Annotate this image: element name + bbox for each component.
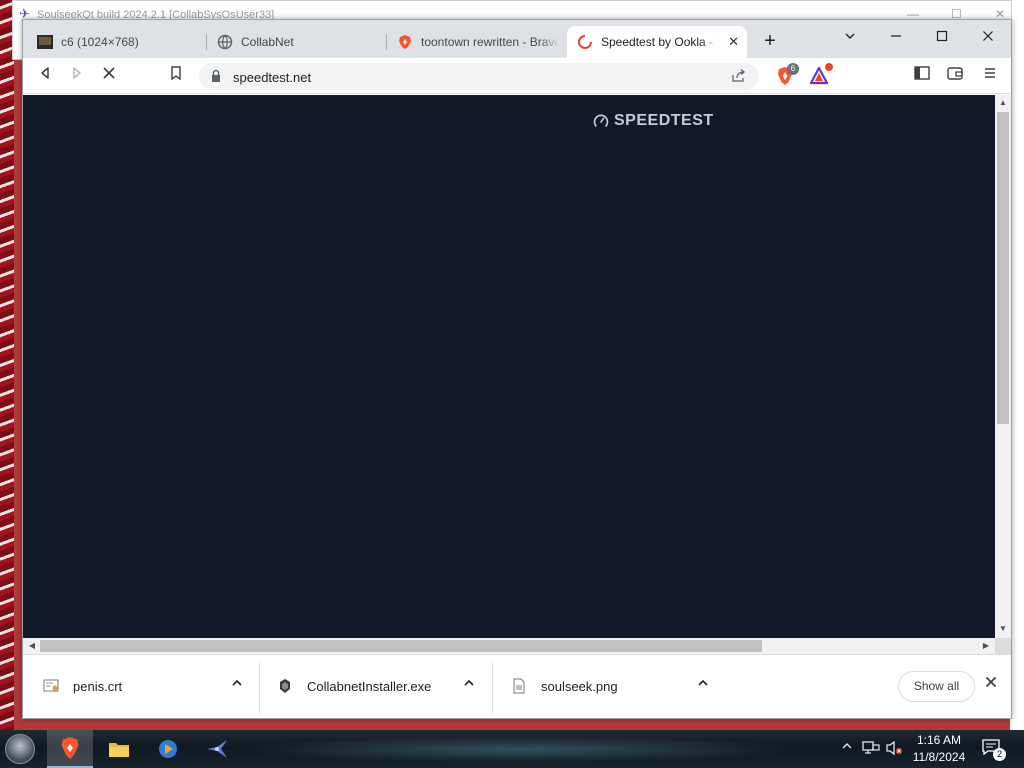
vertical-scrollbar[interactable]: ▲ ▼: [995, 95, 1011, 638]
brave-browser-window: c6 (1024×768) CollabNet toontown rewritt…: [22, 19, 1012, 719]
soulseek-bird-icon: [207, 740, 227, 758]
certificate-file-icon: [43, 678, 59, 694]
download-file-name: soulseek.png: [541, 678, 618, 694]
tab-title-fade: [701, 26, 727, 58]
taskbar: 1:16 AM 11/8/2024 2: [0, 730, 1024, 768]
desktop-background-right: [1010, 0, 1024, 730]
brave-lion-icon: [61, 737, 79, 759]
download-options-chevron-icon[interactable]: [463, 677, 475, 692]
media-player-icon: [159, 740, 177, 758]
desktop-wallpaper: [0, 0, 14, 730]
downloads-shelf: penis.crt CollabnetInstaller.exe soulsee…: [23, 654, 1011, 718]
tab-label: CollabNet: [241, 35, 294, 49]
download-options-chevron-icon[interactable]: [231, 677, 243, 692]
forward-button[interactable]: [65, 64, 89, 88]
image-file-icon: [511, 678, 527, 694]
download-file-name: CollabnetInstaller.exe: [307, 678, 432, 694]
download-item[interactable]: CollabnetInstaller.exe: [277, 661, 497, 711]
show-hidden-icons-chevron-icon[interactable]: [841, 740, 853, 755]
brave-rewards-icon[interactable]: [809, 63, 833, 86]
sidebar-toggle-icon[interactable]: [910, 64, 934, 88]
tab-speedtest[interactable]: Speedtest by Ookla - T ✕: [567, 26, 747, 58]
show-all-downloads-button[interactable]: Show all: [898, 671, 975, 702]
minimize-button[interactable]: [873, 24, 919, 50]
scroll-right-arrow-icon[interactable]: ▶: [979, 638, 993, 654]
close-window-button[interactable]: [965, 24, 1011, 50]
speedtest-wordmark: SPEEDTEST: [614, 112, 714, 129]
notification-count-badge: 2: [993, 748, 1006, 761]
brave-favicon-icon: [397, 34, 413, 50]
download-item[interactable]: soulseek.png: [511, 661, 731, 711]
tab-toontown[interactable]: toontown rewritten - Brave: [387, 26, 567, 58]
stop-loading-button[interactable]: [97, 64, 121, 88]
download-separator: [259, 663, 260, 713]
scroll-down-arrow-icon[interactable]: ▼: [995, 622, 1011, 636]
globe-favicon-icon: [217, 34, 233, 50]
taskbar-brave-browser[interactable]: [47, 730, 93, 768]
page-viewport[interactable]: SPEEDTEST: [23, 95, 995, 638]
address-bar[interactable]: speedtest.net: [199, 63, 759, 90]
horizontal-scroll-thumb[interactable]: [40, 640, 762, 652]
gauge-icon: [593, 114, 609, 127]
close-downloads-shelf-icon[interactable]: [985, 675, 997, 693]
action-center-icon[interactable]: 2: [982, 739, 1006, 761]
tab-label: c6 (1024×768): [61, 35, 139, 49]
volume-muted-icon[interactable]: [885, 740, 903, 759]
terminal-favicon-icon: [37, 34, 53, 50]
navigation-toolbar: speedtest.net 6: [23, 58, 1011, 94]
brave-shields-icon[interactable]: 6: [775, 63, 799, 86]
tab-title-fade: [541, 26, 567, 58]
rewards-badge: [825, 63, 833, 71]
start-button[interactable]: [5, 734, 35, 764]
taskbar-file-explorer[interactable]: [96, 730, 142, 768]
folder-icon: [109, 743, 129, 757]
network-icon[interactable]: [862, 740, 880, 759]
horizontal-scrollbar[interactable]: ◀ ▶: [23, 638, 995, 654]
speedtest-logo[interactable]: SPEEDTEST: [593, 112, 714, 130]
loading-spinner-icon: [577, 34, 593, 50]
tab-collabnet[interactable]: CollabNet: [207, 26, 387, 58]
taskbar-soulseek[interactable]: [194, 730, 240, 768]
lock-icon: [211, 69, 221, 83]
shields-count-badge: 6: [787, 63, 799, 75]
url-text: speedtest.net: [233, 70, 312, 85]
system-clock[interactable]: 1:16 AM 11/8/2024: [906, 732, 972, 766]
taskbar-media-player[interactable]: [145, 730, 191, 768]
tab-search-chevron-icon[interactable]: [827, 24, 873, 50]
vertical-scroll-thumb[interactable]: [997, 112, 1009, 424]
tab-close-icon[interactable]: ✕: [728, 34, 739, 50]
clock-date: 11/8/2024: [912, 750, 966, 764]
back-button[interactable]: [33, 64, 57, 88]
scrollbar-corner: [995, 638, 1011, 654]
scroll-up-arrow-icon[interactable]: ▲: [995, 96, 1011, 110]
tab-strip: c6 (1024×768) CollabNet toontown rewritt…: [23, 20, 1011, 58]
download-options-chevron-icon[interactable]: [697, 677, 709, 692]
download-separator: [492, 663, 493, 713]
maximize-button[interactable]: [919, 24, 965, 50]
new-tab-button[interactable]: +: [759, 30, 781, 52]
clock-time: 1:16 AM: [916, 733, 962, 747]
tab-c6[interactable]: c6 (1024×768): [27, 26, 207, 58]
share-icon[interactable]: [731, 68, 747, 87]
download-file-name: penis.crt: [73, 678, 123, 694]
wallet-icon[interactable]: [943, 64, 967, 88]
scroll-left-arrow-icon[interactable]: ◀: [25, 638, 39, 654]
installer-file-icon: [277, 678, 293, 694]
menu-hamburger-icon[interactable]: [978, 64, 1002, 88]
download-item[interactable]: penis.crt: [43, 661, 263, 711]
bookmark-button[interactable]: [164, 64, 188, 88]
